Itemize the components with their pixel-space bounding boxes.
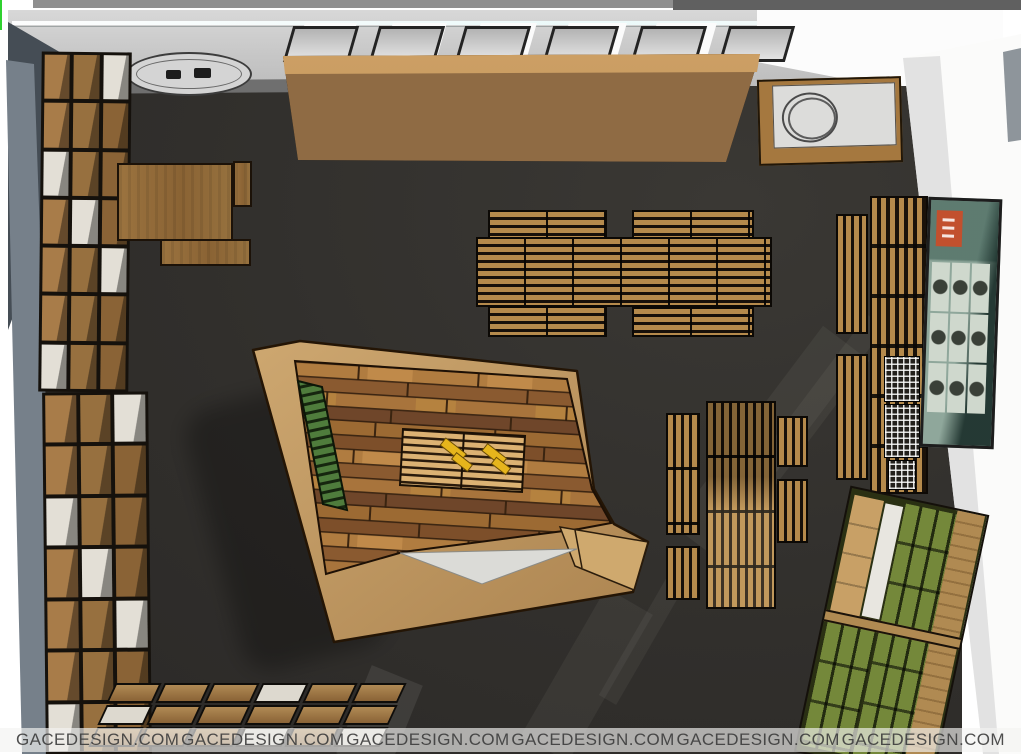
shelf-cube bbox=[81, 549, 112, 597]
shelf-cube bbox=[46, 447, 77, 495]
shelf-cube bbox=[101, 248, 127, 293]
shelf-cube bbox=[44, 103, 70, 148]
shelf-cube bbox=[100, 345, 126, 390]
display-bin bbox=[207, 685, 256, 701]
shelf-cube bbox=[71, 296, 97, 341]
shelf-cube bbox=[41, 344, 67, 389]
display-bin bbox=[305, 685, 354, 701]
shelf-cube bbox=[116, 549, 147, 597]
shelf-cube bbox=[73, 151, 99, 196]
poster-image-cell bbox=[947, 364, 967, 413]
axis-line bbox=[0, 0, 2, 30]
skylight-frame bbox=[455, 26, 531, 62]
central-wood-platform bbox=[230, 330, 660, 660]
display-bin bbox=[345, 707, 394, 723]
slatted-bench bbox=[668, 548, 698, 598]
shelf-cube bbox=[42, 248, 68, 293]
shelf-cube bbox=[43, 199, 69, 244]
table-item bbox=[194, 68, 211, 78]
poster-image-cell bbox=[970, 263, 990, 312]
shelf-cube bbox=[44, 55, 70, 100]
watermark-text: GACEDESIGN.COM bbox=[677, 730, 840, 750]
shelf-cube bbox=[81, 498, 112, 546]
display-bin bbox=[247, 707, 296, 723]
display-bin bbox=[198, 707, 247, 723]
slatted-bench-narrow bbox=[838, 356, 866, 478]
shelf-cube bbox=[117, 600, 148, 648]
mesh-basket bbox=[888, 460, 916, 490]
slatted-bench bbox=[490, 212, 605, 237]
watermark-text: GACEDESIGN.COM bbox=[511, 730, 674, 750]
shelf-cube bbox=[100, 297, 126, 342]
service-counter bbox=[757, 76, 903, 166]
shelf-cube bbox=[72, 200, 98, 245]
poster-image-cell bbox=[930, 262, 950, 311]
slatted-bench-narrow bbox=[838, 216, 866, 332]
shelf-cube bbox=[43, 151, 69, 196]
slatted-bench bbox=[779, 418, 806, 465]
wood-desk-front bbox=[160, 239, 251, 266]
poster-image-cell bbox=[950, 263, 970, 312]
slatted-long-table bbox=[478, 239, 770, 305]
shelf-cube bbox=[114, 394, 145, 442]
display-bin bbox=[256, 685, 305, 701]
shelf-cube bbox=[80, 395, 111, 443]
shelf-cube bbox=[115, 446, 146, 494]
platform-reading-table bbox=[400, 429, 525, 492]
display-bin bbox=[296, 707, 345, 723]
watermark-text: GACEDESIGN.COM bbox=[181, 730, 344, 750]
wall-poster bbox=[920, 197, 1003, 449]
watermark-band: GACEDESIGN.COM GACEDESIGN.COM GACEDESIGN… bbox=[0, 728, 1021, 752]
shelf-cube bbox=[102, 103, 128, 148]
mesh-basket bbox=[884, 356, 920, 402]
poster-image-cell bbox=[929, 313, 949, 362]
slatted-long-table bbox=[708, 403, 774, 607]
skylight-frame bbox=[719, 26, 795, 62]
ceiling-strip bbox=[33, 0, 673, 8]
poster-image-grid bbox=[927, 262, 990, 414]
mesh-basket bbox=[884, 404, 920, 458]
wood-desk-side bbox=[233, 161, 252, 207]
display-bin bbox=[100, 707, 149, 723]
skylight-frame bbox=[543, 26, 619, 62]
shelf-cube bbox=[72, 248, 98, 293]
watermark-text: GACEDESIGN.COM bbox=[842, 730, 1005, 750]
shelf-cube bbox=[82, 601, 113, 649]
display-bin bbox=[158, 685, 207, 701]
display-bin bbox=[149, 707, 198, 723]
shelf-cube bbox=[71, 345, 97, 390]
poster-image-cell bbox=[969, 314, 989, 363]
shelf-cube bbox=[47, 601, 78, 649]
shelf-cube bbox=[73, 103, 99, 148]
ceiling-strip-dark bbox=[673, 0, 1021, 10]
slatted-bench bbox=[779, 481, 806, 541]
watermark-text: GACEDESIGN.COM bbox=[16, 730, 179, 750]
shelf-cube bbox=[116, 497, 147, 545]
poster-image-cell bbox=[927, 363, 947, 412]
table-item bbox=[166, 70, 181, 79]
round-ceiling-table bbox=[126, 52, 252, 96]
display-bin bbox=[109, 685, 158, 701]
shelf-cube bbox=[45, 395, 76, 443]
skylight-frame bbox=[283, 26, 359, 62]
slatted-bench bbox=[634, 212, 752, 237]
watermark-text: GACEDESIGN.COM bbox=[346, 730, 509, 750]
shelf-cube bbox=[42, 296, 68, 341]
interior-render: GACEDESIGN.COM GACEDESIGN.COM GACEDESIGN… bbox=[0, 0, 1021, 754]
shelf-cube bbox=[80, 446, 111, 494]
wood-desk-top bbox=[117, 163, 233, 241]
poster-title-block bbox=[936, 210, 963, 247]
shelf-cube bbox=[74, 55, 100, 100]
skylight-frame bbox=[369, 26, 445, 62]
skylight-frame bbox=[631, 26, 707, 62]
poster-image-cell bbox=[949, 313, 969, 362]
shelf-cube bbox=[48, 652, 79, 700]
display-bin bbox=[354, 685, 403, 701]
poster-image-cell bbox=[967, 365, 987, 414]
shelf-cube bbox=[47, 549, 78, 597]
slatted-bench bbox=[668, 415, 698, 533]
shelf-cube bbox=[103, 55, 129, 100]
shelf-cube bbox=[46, 498, 77, 546]
